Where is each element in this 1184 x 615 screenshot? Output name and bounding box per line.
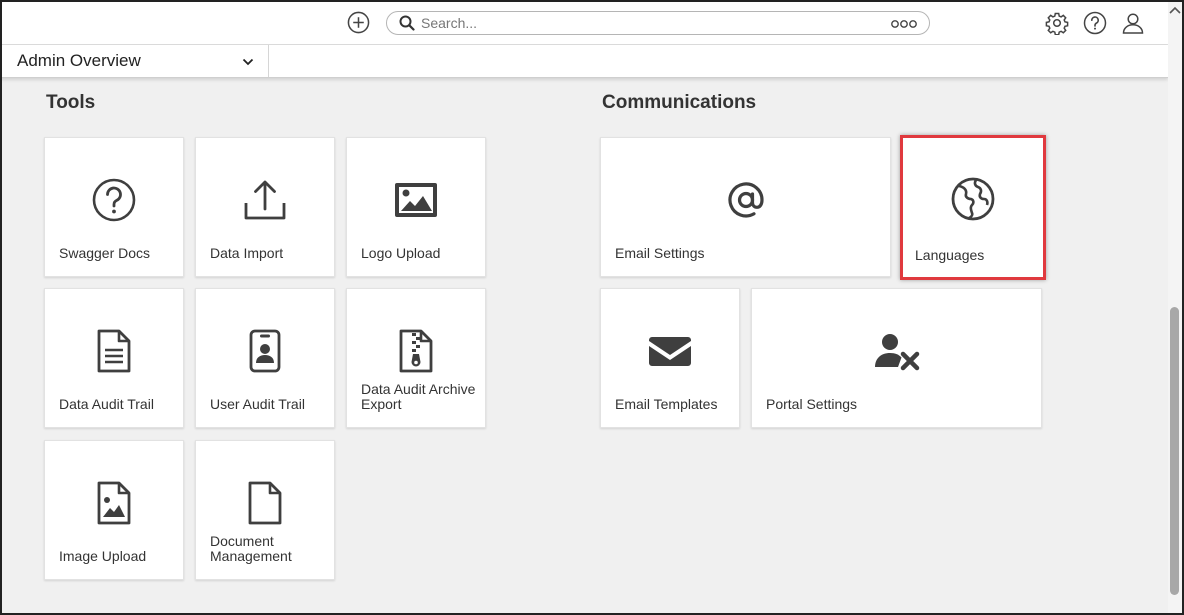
add-icon[interactable]	[347, 11, 370, 34]
tile-label: Email Templates	[615, 396, 718, 412]
tile-label: Data Import	[210, 245, 284, 261]
tile-logo-upload[interactable]: Logo Upload	[346, 137, 486, 277]
user-icon[interactable]	[1121, 11, 1145, 35]
scrollbar-thumb[interactable]	[1170, 307, 1179, 595]
dashboard-select-label: Admin Overview	[17, 51, 141, 70]
tile-data-import[interactable]: Data Import	[195, 137, 335, 277]
tile-user-audit-trail[interactable]: User Audit Trail	[195, 288, 335, 428]
search-box[interactable]	[386, 11, 930, 35]
user-remove-icon	[874, 334, 919, 371]
dashboard-bar: Admin Overview	[0, 45, 1168, 78]
tile-document-management[interactable]: Document Management	[195, 440, 335, 580]
tile-portal-settings[interactable]: Portal Settings	[751, 288, 1042, 428]
zip-file-icon	[399, 329, 433, 373]
tile-image-upload[interactable]: Image Upload	[44, 440, 184, 580]
tile-label: Document Management	[210, 533, 292, 564]
tile-label: Logo Upload	[361, 245, 441, 261]
tile-languages[interactable]: Languages	[900, 135, 1046, 280]
blank-file-icon	[248, 481, 282, 525]
tile-label: Data Audit Trail	[59, 396, 154, 412]
tile-label: Image Upload	[59, 548, 147, 564]
more-icon[interactable]	[891, 19, 917, 29]
top-bar	[0, 0, 1184, 45]
globe-icon	[951, 177, 995, 221]
search-input[interactable]	[421, 14, 861, 32]
tools-section-title: Tools	[46, 92, 96, 113]
tile-swagger-docs[interactable]: Swagger Docs	[44, 137, 184, 277]
search-icon	[399, 15, 415, 31]
tile-label: User Audit Trail	[210, 396, 305, 412]
tile-data-audit-archive-export[interactable]: Data Audit Archive Export	[346, 288, 486, 428]
tile-email-templates[interactable]: Email Templates	[600, 288, 740, 428]
chevron-down-icon	[242, 58, 254, 66]
upload-icon	[244, 180, 286, 220]
tile-email-settings[interactable]: Email Settings	[600, 137, 891, 277]
tile-label: Languages	[915, 247, 985, 263]
communications-section-title: Communications	[602, 92, 757, 113]
settings-icon[interactable]	[1045, 11, 1069, 35]
scroll-up-arrow-icon[interactable]	[1169, 6, 1181, 14]
envelope-icon	[649, 337, 691, 366]
question-circle-icon	[92, 178, 136, 222]
image-file-icon	[97, 481, 131, 525]
document-icon	[97, 329, 131, 373]
dashboard-select[interactable]: Admin Overview	[0, 45, 269, 77]
image-icon	[395, 183, 437, 217]
tile-label: Email Settings	[615, 245, 705, 261]
id-badge-icon	[249, 329, 281, 373]
tile-label: Swagger Docs	[59, 245, 151, 261]
help-icon[interactable]	[1083, 11, 1107, 35]
tile-label: Data Audit Archive Export	[361, 381, 476, 412]
tile-data-audit-trail[interactable]: Data Audit Trail	[44, 288, 184, 428]
tile-label: Portal Settings	[766, 396, 858, 412]
at-icon	[727, 182, 764, 218]
